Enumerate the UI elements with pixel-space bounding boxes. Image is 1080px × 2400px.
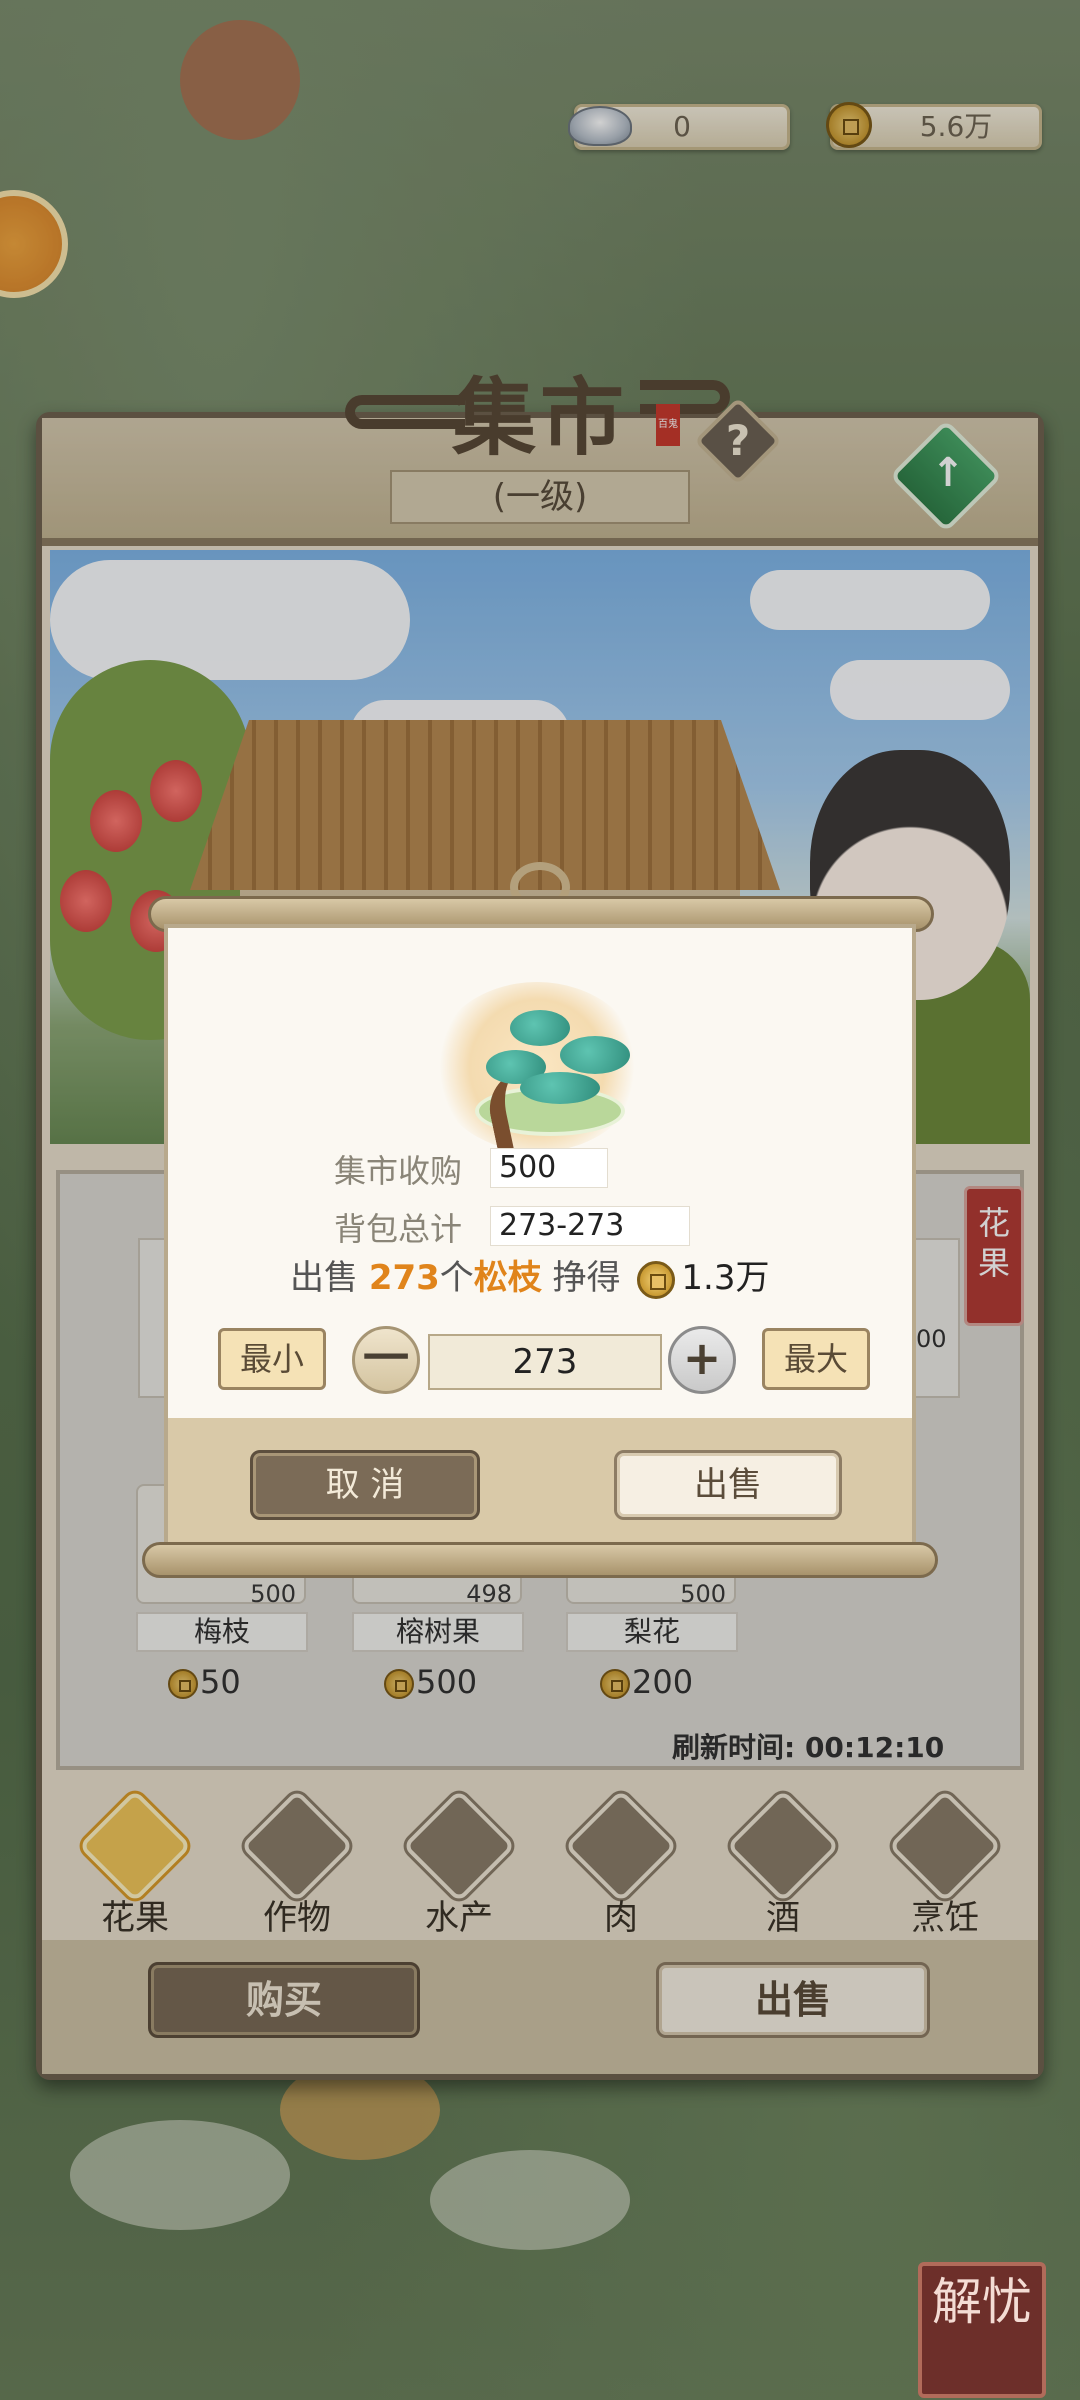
scroll-rod-bottom bbox=[142, 1542, 938, 1578]
pine-leaf bbox=[520, 1072, 600, 1104]
increase-button[interactable]: + bbox=[668, 1326, 736, 1394]
sell-item-name: 松枝 bbox=[473, 1258, 542, 1298]
market-buy-value: 500 bbox=[490, 1148, 608, 1188]
corner-badge[interactable]: 解忧 bbox=[918, 2262, 1046, 2398]
pine-leaf bbox=[510, 1010, 570, 1046]
decrease-button[interactable]: 一 bbox=[352, 1326, 420, 1394]
earn-label: 挣得 bbox=[552, 1258, 621, 1298]
sell-prefix: 出售 bbox=[290, 1258, 358, 1298]
min-button[interactable]: 最小 bbox=[218, 1328, 326, 1390]
cancel-button[interactable]: 取 消 bbox=[250, 1450, 480, 1520]
sell-summary: 出售 273个松枝 挣得 1.3万 bbox=[290, 1250, 810, 1299]
max-button[interactable]: 最大 bbox=[762, 1328, 870, 1390]
quantity-input[interactable]: 273 bbox=[428, 1334, 662, 1390]
sell-count: 273 bbox=[368, 1258, 440, 1298]
bag-total-value: 273-273 bbox=[490, 1206, 690, 1246]
coin-icon bbox=[637, 1260, 676, 1299]
sell-unit: 个 bbox=[439, 1258, 474, 1298]
earn-amount: 1.3万 bbox=[681, 1258, 770, 1298]
market-buy-label: 集市收购 bbox=[334, 1152, 463, 1190]
bag-total-label: 背包总计 bbox=[334, 1210, 463, 1248]
pine-leaf bbox=[560, 1036, 630, 1074]
confirm-sell-button[interactable]: 出售 bbox=[614, 1450, 842, 1520]
